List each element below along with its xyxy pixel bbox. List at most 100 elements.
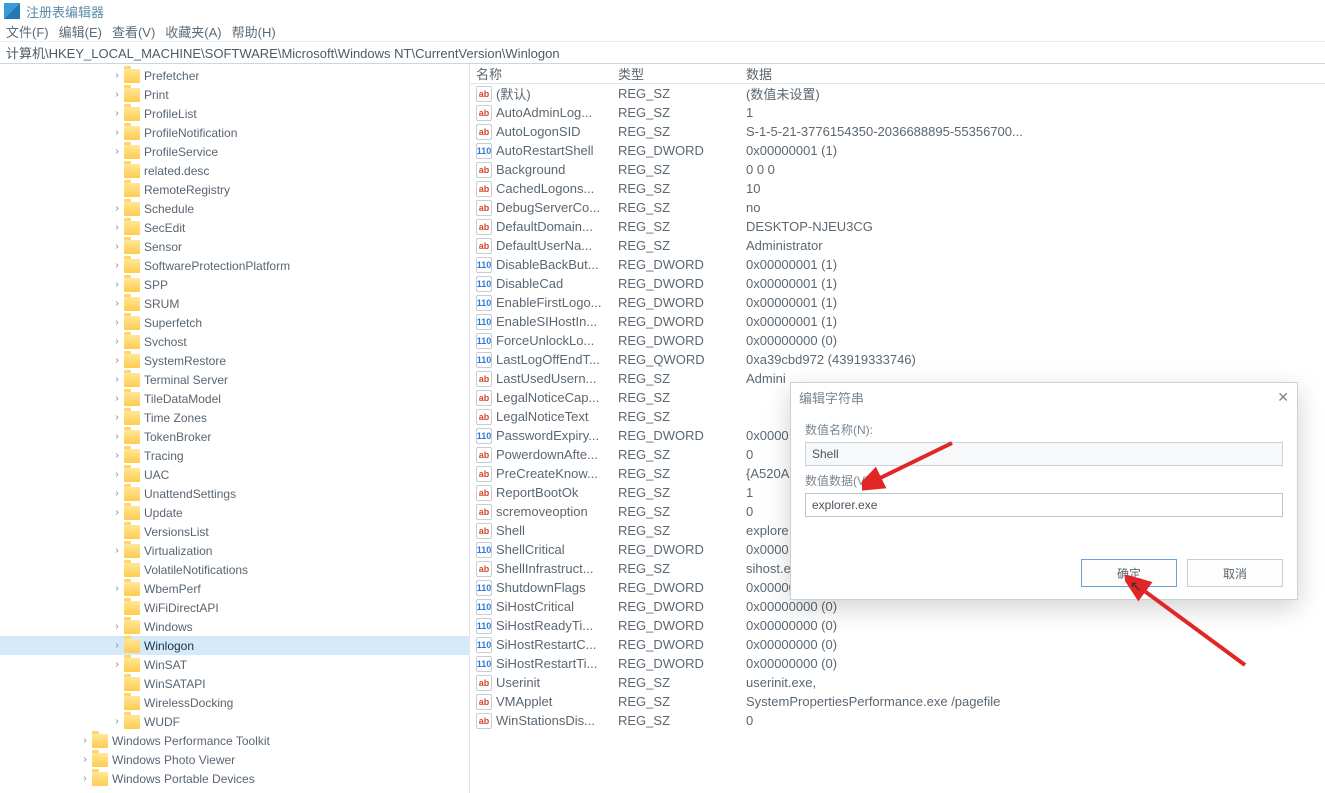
value-row[interactable]: 110EnableSIHostIn...REG_DWORD0x00000001 … <box>470 312 1325 331</box>
menu-view[interactable]: 查看(V) <box>112 22 155 41</box>
value-row[interactable]: abAutoAdminLog...REG_SZ1 <box>470 103 1325 122</box>
tree-item[interactable]: ›SoftwareProtectionPlatform <box>0 256 469 275</box>
chevron-right-icon[interactable]: › <box>112 546 122 556</box>
edit-string-dialog[interactable]: 编辑字符串 ✕ 数值名称(N): 数值数据(V): 确定 取消 <box>790 382 1298 600</box>
chevron-right-icon[interactable]: › <box>112 299 122 309</box>
tree-item[interactable]: ›Svchost <box>0 332 469 351</box>
chevron-right-icon[interactable]: › <box>112 109 122 119</box>
tree-item[interactable]: ›WUDF <box>0 712 469 731</box>
tree-item[interactable]: ›TokenBroker <box>0 427 469 446</box>
value-row[interactable]: 110ForceUnlockLo...REG_DWORD0x00000000 (… <box>470 331 1325 350</box>
tree-item[interactable]: ›SystemRestore <box>0 351 469 370</box>
value-row[interactable]: 110EnableFirstLogo...REG_DWORD0x00000001… <box>470 293 1325 312</box>
value-row[interactable]: 110AutoRestartShellREG_DWORD0x00000001 (… <box>470 141 1325 160</box>
chevron-right-icon[interactable]: › <box>112 318 122 328</box>
ok-button[interactable]: 确定 <box>1081 559 1177 587</box>
chevron-right-icon[interactable]: › <box>80 774 90 784</box>
tree-item[interactable]: ›Update <box>0 503 469 522</box>
tree-item[interactable]: RemoteRegistry <box>0 180 469 199</box>
tree-item[interactable]: ›Superfetch <box>0 313 469 332</box>
cancel-button[interactable]: 取消 <box>1187 559 1283 587</box>
chevron-right-icon[interactable]: › <box>112 489 122 499</box>
tree-item[interactable]: ›ProfileService <box>0 142 469 161</box>
tree-item[interactable]: related.desc <box>0 161 469 180</box>
chevron-right-icon[interactable]: › <box>112 432 122 442</box>
value-row[interactable]: abAutoLogonSIDREG_SZS-1-5-21-3776154350-… <box>470 122 1325 141</box>
chevron-right-icon[interactable]: › <box>112 584 122 594</box>
value-row[interactable]: abDefaultUserNa...REG_SZAdministrator <box>470 236 1325 255</box>
tree-item[interactable]: VersionsList <box>0 522 469 541</box>
tree-item[interactable]: ›WbemPerf <box>0 579 469 598</box>
chevron-right-icon[interactable]: › <box>112 508 122 518</box>
value-row[interactable]: 110DisableBackBut...REG_DWORD0x00000001 … <box>470 255 1325 274</box>
value-row[interactable]: ab(默认)REG_SZ(数值未设置) <box>470 84 1325 103</box>
tree-item[interactable]: ›UnattendSettings <box>0 484 469 503</box>
col-name[interactable]: 名称 <box>470 64 612 83</box>
chevron-right-icon[interactable]: › <box>112 280 122 290</box>
tree-item[interactable]: ›Tracing <box>0 446 469 465</box>
value-row[interactable]: 110SiHostReadyTi...REG_DWORD0x00000000 (… <box>470 616 1325 635</box>
value-row[interactable]: 110LastLogOffEndT...REG_QWORD0xa39cbd972… <box>470 350 1325 369</box>
value-row[interactable]: 110SiHostRestartTi...REG_DWORD0x00000000… <box>470 654 1325 673</box>
chevron-right-icon[interactable]: › <box>112 451 122 461</box>
chevron-right-icon[interactable]: › <box>112 641 122 651</box>
chevron-right-icon[interactable]: › <box>112 470 122 480</box>
value-row[interactable]: abDebugServerCo...REG_SZno <box>470 198 1325 217</box>
chevron-right-icon[interactable]: › <box>112 128 122 138</box>
value-row[interactable]: 110DisableCadREG_DWORD0x00000001 (1) <box>470 274 1325 293</box>
chevron-right-icon[interactable]: › <box>112 223 122 233</box>
tree-item[interactable]: ›SecEdit <box>0 218 469 237</box>
tree-item[interactable]: ›ProfileNotification <box>0 123 469 142</box>
tree-item[interactable]: ›Windows <box>0 617 469 636</box>
chevron-right-icon[interactable]: › <box>112 375 122 385</box>
col-type[interactable]: 类型 <box>612 64 740 83</box>
value-row[interactable]: 110SiHostRestartC...REG_DWORD0x00000000 … <box>470 635 1325 654</box>
tree-item[interactable]: VolatileNotifications <box>0 560 469 579</box>
tree-item[interactable]: ›Print <box>0 85 469 104</box>
tree-item[interactable]: ›Prefetcher <box>0 66 469 85</box>
chevron-right-icon[interactable]: › <box>112 261 122 271</box>
chevron-right-icon[interactable]: › <box>112 622 122 632</box>
tree-item[interactable]: ›Windows Performance Toolkit <box>0 731 469 750</box>
value-row[interactable]: abUserinitREG_SZuserinit.exe, <box>470 673 1325 692</box>
tree-item[interactable]: ›ProfileList <box>0 104 469 123</box>
tree-item[interactable]: ›Winlogon <box>0 636 469 655</box>
value-row[interactable]: abBackgroundREG_SZ0 0 0 <box>470 160 1325 179</box>
menu-help[interactable]: 帮助(H) <box>232 22 276 41</box>
value-row[interactable]: abDefaultDomain...REG_SZDESKTOP-NJEU3CG <box>470 217 1325 236</box>
menu-fav[interactable]: 收藏夹(A) <box>165 22 221 41</box>
chevron-right-icon[interactable]: › <box>112 90 122 100</box>
tree-item[interactable]: ›Windows Photo Viewer <box>0 750 469 769</box>
chevron-right-icon[interactable]: › <box>112 242 122 252</box>
tree-item[interactable]: ›Sensor <box>0 237 469 256</box>
addressbar[interactable]: 计算机\HKEY_LOCAL_MACHINE\SOFTWARE\Microsof… <box>0 42 1325 64</box>
chevron-right-icon[interactable]: › <box>112 413 122 423</box>
menu-file[interactable]: 文件(F) <box>6 22 49 41</box>
tree-item[interactable]: ›SRUM <box>0 294 469 313</box>
chevron-right-icon[interactable]: › <box>112 356 122 366</box>
chevron-right-icon[interactable]: › <box>112 660 122 670</box>
tree-item[interactable]: ›Windows Portable Devices <box>0 769 469 788</box>
tree-item[interactable]: ›Time Zones <box>0 408 469 427</box>
chevron-right-icon[interactable]: › <box>112 71 122 81</box>
tree-pane[interactable]: ›Prefetcher›Print›ProfileList›ProfileNot… <box>0 64 470 793</box>
chevron-right-icon[interactable]: › <box>80 736 90 746</box>
close-icon[interactable]: ✕ <box>1277 389 1289 406</box>
chevron-right-icon[interactable]: › <box>112 337 122 347</box>
tree-item[interactable]: WiFiDirectAPI <box>0 598 469 617</box>
chevron-right-icon[interactable]: › <box>80 755 90 765</box>
tree-item[interactable]: ›WinSAT <box>0 655 469 674</box>
tree-item[interactable]: ›TileDataModel <box>0 389 469 408</box>
tree-item[interactable]: WirelessDocking <box>0 693 469 712</box>
chevron-right-icon[interactable]: › <box>112 394 122 404</box>
col-data[interactable]: 数据 <box>740 64 1325 83</box>
value-row[interactable]: abVMAppletREG_SZSystemPropertiesPerforma… <box>470 692 1325 711</box>
tree-item[interactable]: ›Terminal Server <box>0 370 469 389</box>
tree-item[interactable]: ›Schedule <box>0 199 469 218</box>
tree-item[interactable]: ›UAC <box>0 465 469 484</box>
value-row[interactable]: abCachedLogons...REG_SZ10 <box>470 179 1325 198</box>
chevron-right-icon[interactable]: › <box>112 147 122 157</box>
chevron-right-icon[interactable]: › <box>112 717 122 727</box>
chevron-right-icon[interactable]: › <box>112 204 122 214</box>
menu-edit[interactable]: 编辑(E) <box>59 22 102 41</box>
